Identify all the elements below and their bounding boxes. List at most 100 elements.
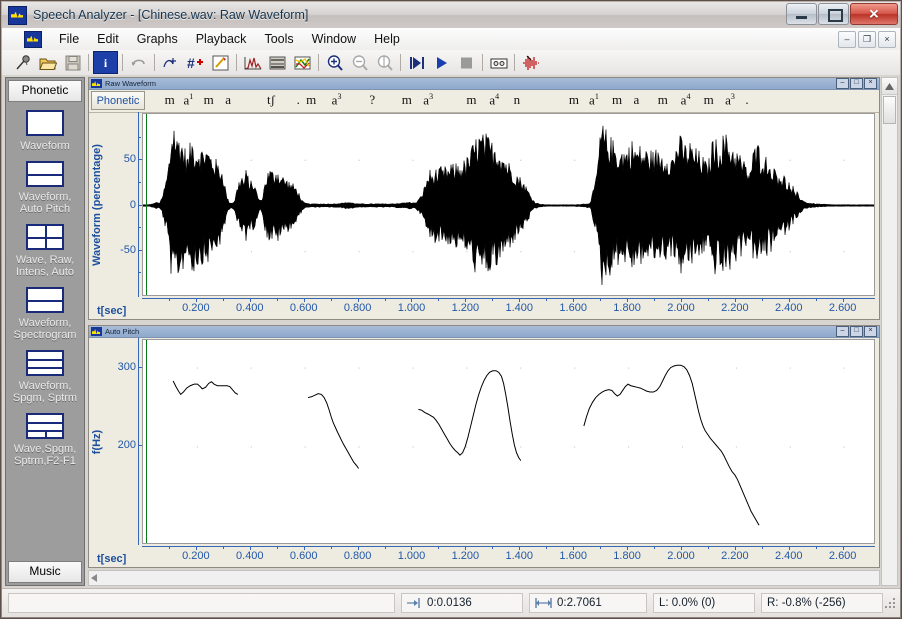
play-segment-icon[interactable] (405, 52, 428, 73)
menu-item-playback[interactable]: Playback (187, 30, 256, 48)
x-tick-label: 2.200 (721, 302, 749, 314)
panel-maximize-button[interactable]: □ (850, 326, 863, 337)
phonetic-label-button[interactable]: Phonetic (91, 91, 145, 110)
pitch-contour-segment (584, 365, 759, 525)
status-left-channel: L: 0.0% (0) (653, 593, 755, 613)
sidebar-item-wave-spgm-sptrm-f2f1[interactable]: Wave,Spgm, Sptrm,F2-F1 (6, 413, 84, 467)
phonetic-label: a4 (681, 92, 691, 108)
phonetic-label: m (204, 92, 214, 108)
menu-item-graphs[interactable]: Graphs (128, 30, 187, 48)
menu-bar: File Edit Graphs Playback Tools Window H… (2, 28, 900, 51)
spectrum-icon[interactable] (241, 52, 264, 73)
panel-title: Auto Pitch (105, 327, 139, 336)
play-icon[interactable] (430, 52, 453, 73)
save-icon[interactable] (61, 52, 84, 73)
formant-chart-icon[interactable] (291, 52, 314, 73)
panel-minimize-button[interactable]: – (836, 326, 849, 337)
pitch-plot-area[interactable] (142, 339, 875, 544)
mdi-close-button[interactable]: × (878, 31, 896, 48)
phonetic-label: tʃ (267, 92, 275, 108)
maximize-button[interactable] (818, 3, 849, 25)
sidebar-header-phonetic[interactable]: Phonetic (8, 80, 82, 102)
waveform-plot-area[interactable] (142, 113, 875, 296)
phonetic-label: a4 (489, 92, 499, 108)
playback-cursor[interactable] (146, 340, 147, 543)
undo-icon[interactable] (127, 52, 150, 73)
minimize-button[interactable] (786, 3, 817, 25)
x-tick-label: 1.400 (506, 550, 534, 562)
four-pane-icon (26, 224, 64, 250)
mdi-minimize-button[interactable]: – (838, 31, 856, 48)
status-cursor-position: 0:0.0136 (401, 593, 523, 613)
menu-item-tools[interactable]: Tools (255, 30, 302, 48)
x-tick-label: 2.000 (667, 550, 695, 562)
x-tick-label: 0.400 (236, 302, 264, 314)
vertical-scrollbar[interactable] (881, 77, 898, 586)
zoom-full-icon[interactable] (373, 52, 396, 73)
x-tick-label: 0.200 (182, 550, 210, 562)
pitch-y-axis-title: f(Hz) (90, 338, 104, 545)
selection-length-value: 0:2.7061 (557, 597, 602, 609)
stop-icon[interactable] (455, 52, 478, 73)
work-area: Phonetic Waveform Waveform, Auto Pitch (2, 75, 900, 588)
menu-item-help[interactable]: Help (365, 30, 409, 48)
info-icon[interactable]: i (93, 51, 118, 74)
two-pane-icon (26, 161, 64, 187)
scroll-up-button[interactable] (882, 78, 897, 95)
sidebar-footer-music[interactable]: Music (8, 561, 82, 583)
waveform-panel-icon (91, 79, 102, 88)
zoom-in-icon[interactable] (323, 52, 346, 73)
waveform-plot-zone: Waveform (percentage) 500-50 0.2000.4000… (89, 112, 879, 319)
sidebar-item-waveform-auto-pitch[interactable]: Waveform, Auto Pitch (6, 161, 84, 215)
x-tick-label: 1.800 (613, 550, 641, 562)
phonetic-label: a3 (725, 92, 735, 108)
panel-maximize-button[interactable]: □ (850, 78, 863, 89)
graph-panels: Raw Waveform – □ × Phonetic ma1matʃ.ma3?… (88, 77, 898, 586)
sidebar-item-label: Waveform, Spectrogram (14, 317, 77, 341)
add-number-icon[interactable]: # (184, 52, 207, 73)
menu-item-edit[interactable]: Edit (88, 30, 128, 48)
scroll-left-arrow-icon[interactable] (91, 574, 97, 582)
sidebar-item-wave-raw-intens-auto[interactable]: Wave, Raw, Intens, Auto (6, 224, 84, 278)
pitch-contour-segment (418, 371, 520, 461)
toolbar: i # (2, 50, 900, 76)
x-tick-label: 2.600 (829, 550, 857, 562)
resize-grip[interactable] (883, 596, 897, 610)
close-button[interactable]: ✕ (850, 3, 898, 25)
cursor-position-value: 0:0.0136 (427, 597, 472, 609)
sidebar-item-waveform[interactable]: Waveform (6, 110, 84, 152)
application-window: Speech Analyzer - [Chinese.wav: Raw Wave… (0, 0, 902, 619)
phonetic-label: m (402, 92, 412, 108)
record-icon[interactable] (11, 52, 34, 73)
graph-layout-sidebar: Phonetic Waveform Waveform, Auto Pitch (5, 77, 85, 586)
playback-cursor[interactable] (146, 114, 147, 295)
spectrogram-icon[interactable] (266, 52, 289, 73)
sidebar-item-waveform-spgm-sptrm[interactable]: Waveform, Spgm, Sptrm (6, 350, 84, 404)
y-tick-label: 50 (124, 153, 139, 165)
vertical-scroll-thumb[interactable] (883, 96, 896, 124)
selection-length-icon (535, 598, 552, 608)
sidebar-item-waveform-spectrogram[interactable]: Waveform, Spectrogram (6, 287, 84, 341)
panel-close-button[interactable]: × (864, 326, 877, 337)
horizontal-scrollbar[interactable] (88, 570, 880, 586)
phonetic-label: n (514, 92, 521, 108)
panel-minimize-button[interactable]: – (836, 78, 849, 89)
panel-caption-raw-waveform: Raw Waveform – □ × (89, 78, 879, 90)
mdi-restore-button[interactable]: ❐ (858, 31, 876, 48)
open-folder-icon[interactable] (36, 52, 59, 73)
menu-item-file[interactable]: File (50, 30, 88, 48)
panel-close-button[interactable]: × (864, 78, 877, 89)
edit-boundaries-icon[interactable] (159, 52, 182, 73)
panel-title: Raw Waveform (105, 79, 156, 88)
phonetic-label: m (165, 92, 175, 108)
phonetic-label: m (569, 92, 579, 108)
panel-window-controls: – □ × (836, 78, 877, 89)
document-icon (24, 31, 42, 48)
menu-item-window[interactable]: Window (303, 30, 365, 48)
annotate-icon[interactable] (209, 52, 232, 73)
zoom-out-icon[interactable] (348, 52, 371, 73)
y-tick-label: 200 (118, 439, 139, 451)
tape-icon[interactable] (487, 52, 510, 73)
waveform-edit-icon[interactable] (519, 52, 542, 73)
speech-analyzer-icon (8, 6, 27, 25)
